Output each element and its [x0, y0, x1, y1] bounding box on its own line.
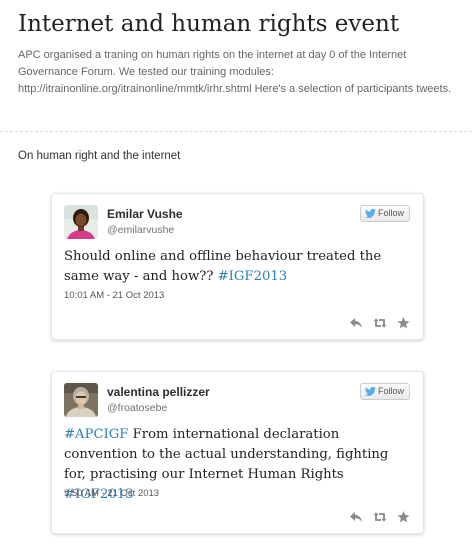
reply-icon[interactable]: [349, 511, 363, 523]
author-handle[interactable]: @froatosebe: [107, 402, 167, 414]
follow-label: Follow: [377, 208, 404, 218]
tweet-timestamp[interactable]: 10:01 AM - 21 Oct 2013: [64, 290, 164, 301]
avatar[interactable]: [64, 383, 98, 417]
hashtag-link[interactable]: #APCIGF: [64, 427, 128, 442]
tweet-header: valentina pellizzer @froatosebe Follow: [64, 383, 410, 419]
tweet-text: Should online and offline behaviour trea…: [64, 247, 414, 287]
twitter-bird-icon: [364, 209, 376, 218]
follow-label: Follow: [377, 386, 404, 396]
avatar[interactable]: [64, 205, 98, 239]
page-header: Internet and human rights event APC orga…: [0, 0, 472, 132]
section-heading: On human right and the internet: [18, 150, 181, 162]
tweet-timestamp[interactable]: 9:50 AM - 21 Oct 2013: [64, 488, 159, 499]
tweet-actions: [349, 317, 411, 329]
reply-icon[interactable]: [349, 317, 363, 329]
tweet-card-emilar-vushe: Emilar Vushe @emilarvushe Follow Should …: [51, 193, 424, 340]
retweet-icon[interactable]: [373, 511, 387, 523]
twitter-bird-icon: [364, 387, 376, 396]
tweet-header: Emilar Vushe @emilarvushe Follow: [64, 205, 410, 241]
page-title: Internet and human rights event: [18, 11, 400, 37]
author-handle[interactable]: @emilarvushe: [107, 224, 174, 236]
page-description: APC organised a traning on human rights …: [18, 49, 452, 95]
tweet-actions: [349, 511, 411, 523]
tweet-card-valentina-pellizzer: valentina pellizzer @froatosebe Follow #…: [51, 371, 424, 534]
author-name[interactable]: Emilar Vushe: [107, 207, 183, 221]
author-name[interactable]: valentina pellizzer: [107, 385, 210, 399]
star-icon[interactable]: [397, 317, 411, 329]
follow-button[interactable]: Follow: [359, 383, 410, 400]
follow-button[interactable]: Follow: [359, 205, 410, 222]
retweet-icon[interactable]: [373, 317, 387, 329]
hashtag-link[interactable]: #IGF2013: [218, 269, 288, 284]
star-icon[interactable]: [397, 511, 411, 523]
